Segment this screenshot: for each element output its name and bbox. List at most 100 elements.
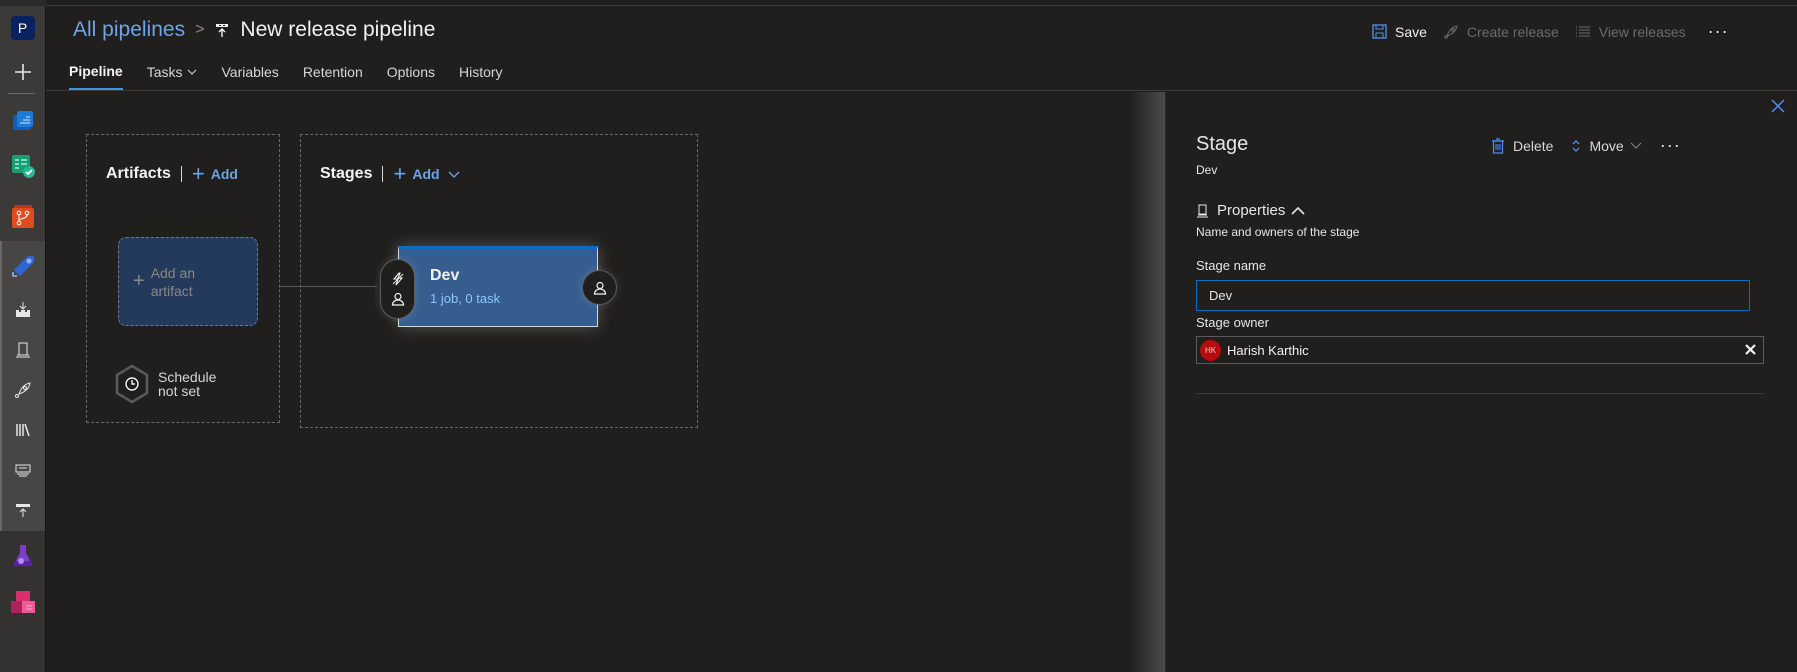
add-stage-button[interactable]: + Add [393,163,460,185]
post-approvers-button[interactable] [582,270,617,305]
schedule-line2: not set [158,383,201,399]
chevron-up-icon [1291,206,1305,215]
stage-card-dev[interactable]: Dev 1 job, 0 task [398,246,598,327]
app: P All pipelines > New release pipeline P… [0,0,1797,672]
add-artifact-text: Add an artifact [151,264,195,300]
panel-divider [1196,393,1764,394]
tab-history-label: History [459,64,503,80]
move-stage-button[interactable]: Move [1571,137,1642,154]
pre-deployment-conditions [380,259,415,319]
rail-item-library[interactable] [0,410,45,450]
move-label: Move [1589,137,1624,154]
close-icon [1745,344,1756,355]
rail-item-overview[interactable] [0,100,45,140]
chevron-down-icon [448,171,460,178]
trigger-lightning-icon[interactable] [391,272,405,286]
save-button[interactable]: Save [1372,24,1427,40]
clear-owner-button[interactable] [1744,343,1757,356]
rocket-icon [1443,24,1459,40]
new-button[interactable] [0,52,45,92]
clock-icon [114,364,150,404]
rail-item-test-plans[interactable] [0,536,45,576]
pipeline-tabs: Pipeline Tasks Variables Retention Optio… [69,63,527,90]
task-groups-icon [15,464,30,477]
tab-options-label: Options [386,64,435,80]
pipelines-icon [11,256,34,277]
rail-item-environments[interactable] [0,330,45,370]
view-releases-button[interactable]: View releases [1575,24,1686,40]
schedule-text: Schedule not set [158,370,216,398]
delete-stage-button[interactable]: Delete [1491,138,1553,154]
add-stage-label: Add [412,166,440,182]
rail-item-builds[interactable] [0,290,45,330]
tab-retention[interactable]: Retention [303,64,363,89]
tab-tasks-label: Tasks [146,64,183,80]
properties-section-toggle[interactable]: Properties [1196,202,1305,219]
stage-owner-picker[interactable]: HK Harish Karthic [1196,336,1764,364]
header-actions: Save Create release View releases ··· [1372,21,1729,42]
stage-properties-panel: Stage Dev Delete Move ··· Properties Nam… [1165,92,1797,672]
rail-item-pipelines[interactable] [0,245,45,285]
panel-title: Stage [1196,133,1249,155]
environment-icon [1196,204,1209,218]
boards-icon [11,155,35,178]
rail-item-repos[interactable] [0,196,45,236]
view-releases-label: View releases [1598,23,1686,40]
panel-more-button[interactable]: ··· [1660,135,1681,156]
save-label: Save [1395,23,1427,40]
left-nav-rail: P [0,0,46,672]
tab-tasks[interactable]: Tasks [147,64,198,89]
overview-icon [12,111,33,130]
more-actions-button[interactable]: ··· [1708,21,1729,42]
tab-history[interactable]: History [459,64,503,89]
rail-item-releases[interactable] [0,370,45,410]
add-artifact-label: Add [210,166,238,182]
artifacts-icon [10,591,35,613]
stage-name: Dev [430,267,460,284]
rail-item-boards[interactable] [0,146,45,186]
rail-item-deployment-groups[interactable] [0,490,45,530]
properties-title: Properties [1217,202,1286,219]
title-divider [180,166,182,182]
plus-icon: + [133,270,145,292]
org-initial: P [10,16,35,40]
plus-icon: + [191,161,205,186]
add-artifact-button[interactable]: + Add [192,163,238,185]
chevron-down-icon [187,69,197,75]
tab-pipeline[interactable]: Pipeline [69,63,123,90]
artifacts-header: Artifacts + Add [106,163,238,185]
artifacts-title: Artifacts [106,165,171,182]
create-release-button[interactable]: Create release [1443,24,1559,40]
deployment-groups-icon [15,504,30,517]
pre-approvers-person-icon[interactable] [391,292,405,306]
panel-shadow [1130,92,1165,672]
page-header: All pipelines > New release pipeline Pip… [46,6,1797,91]
trash-icon [1491,137,1505,154]
stage-summary-link[interactable]: 1 job, 0 task [430,291,500,306]
builds-icon [15,302,30,317]
tab-pipeline-label: Pipeline [69,63,123,79]
properties-description: Name and owners of the stage [1196,225,1360,239]
pipeline-canvas: Artifacts + Add + Add an artifact Schedul… [46,92,1166,672]
tab-variables[interactable]: Variables [221,64,278,89]
panel-actions: Delete Move ··· [1491,135,1681,156]
up-down-icon [1571,138,1581,154]
rail-item-artifacts[interactable] [0,582,45,622]
panel-subtitle: Dev [1196,163,1218,177]
close-panel-button[interactable] [1770,98,1786,119]
list-icon [1575,25,1591,39]
tab-variables-label: Variables [221,64,279,80]
stage-name-input[interactable] [1196,280,1750,311]
org-avatar[interactable]: P [0,8,45,48]
repos-icon [11,205,34,228]
save-icon [1372,24,1387,39]
rail-item-task-groups[interactable] [0,450,45,490]
breadcrumb-separator: > [195,21,205,38]
schedule-trigger[interactable]: Schedule not set [114,364,216,404]
add-artifact-card[interactable]: + Add an artifact [118,237,258,326]
create-release-label: Create release [1466,23,1559,40]
tab-options[interactable]: Options [387,64,435,89]
breadcrumb-all-pipelines[interactable]: All pipelines [73,18,185,42]
stages-title: Stages [320,165,373,182]
release-pipeline-icon [214,22,230,38]
